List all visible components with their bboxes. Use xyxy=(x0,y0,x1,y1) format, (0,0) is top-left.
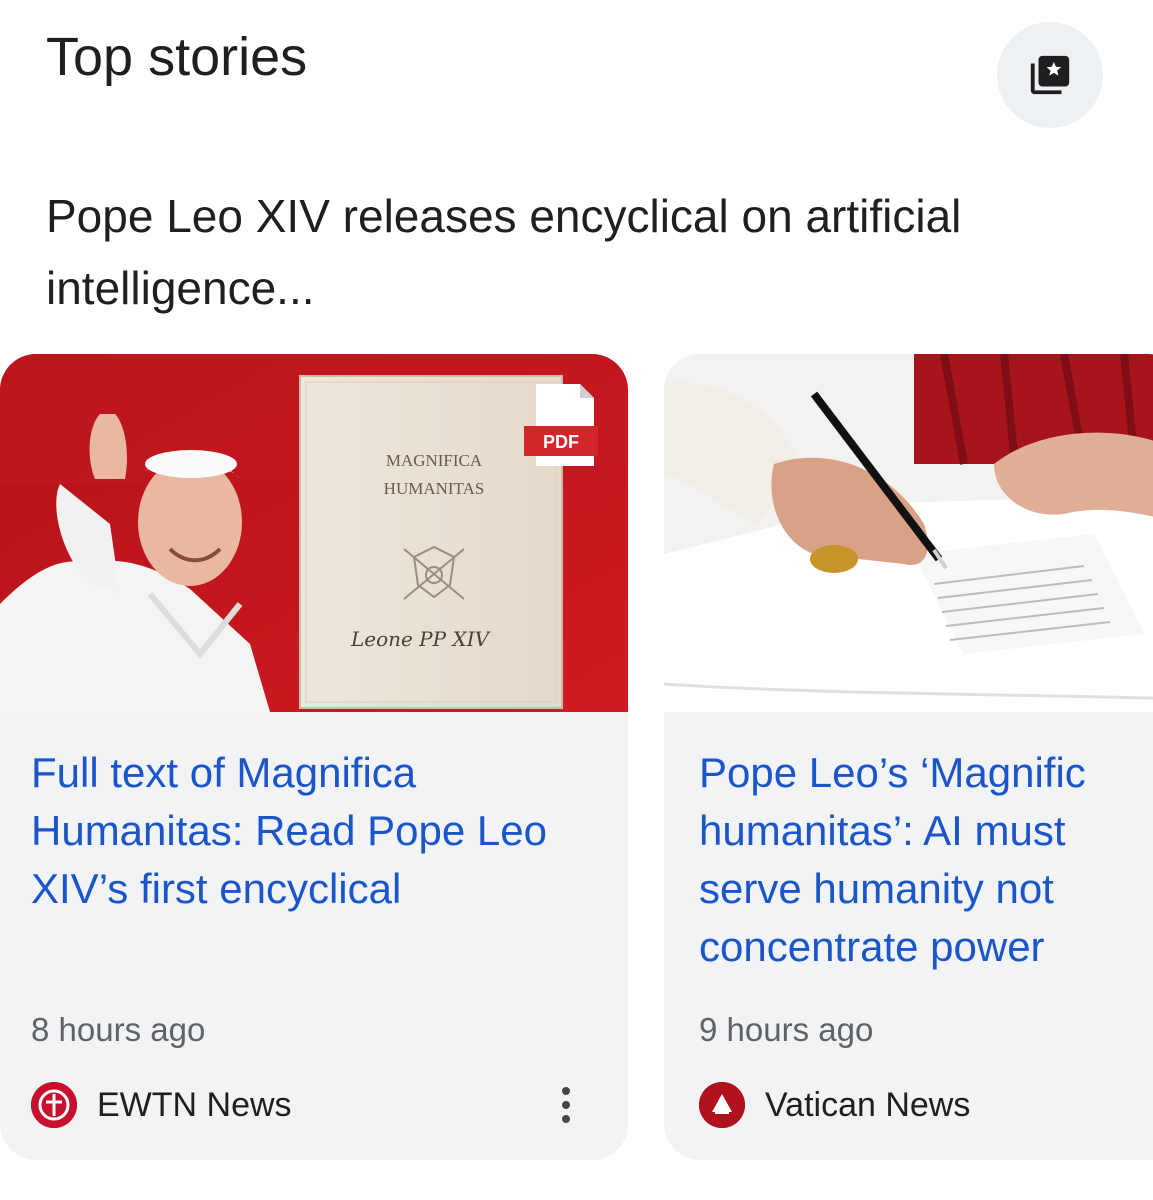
source-name: Vatican News xyxy=(765,1085,971,1124)
story-card[interactable]: Pope Leo’s ‘Magnific humanitas’: AI must… xyxy=(664,354,1153,1160)
bookmark-star-icon xyxy=(1030,55,1070,95)
story-thumbnail[interactable] xyxy=(664,354,1153,712)
dot-icon xyxy=(562,1115,570,1123)
story-source[interactable]: Vatican News xyxy=(699,1082,970,1128)
section-title: Top stories xyxy=(46,27,308,87)
vatican-news-logo-icon xyxy=(699,1082,745,1128)
story-title[interactable]: Full text of Magnifica Humanitas: Read P… xyxy=(31,744,601,918)
svg-text:HUMANITAS: HUMANITAS xyxy=(384,479,485,498)
svg-text:MAGNIFICA: MAGNIFICA xyxy=(386,451,483,470)
svg-text:Leone PP XIV: Leone PP XIV xyxy=(350,627,492,651)
story-card[interactable]: MAGNIFICA HUMANITAS Leone PP XIV PDF Ful… xyxy=(0,354,628,1160)
story-timestamp: 9 hours ago xyxy=(699,1011,874,1048)
story-source[interactable]: EWTN News xyxy=(31,1082,292,1128)
more-options-button[interactable] xyxy=(548,1082,584,1128)
dot-icon xyxy=(562,1087,570,1095)
story-title[interactable]: Pope Leo’s ‘Magnific humanitas’: AI must… xyxy=(699,744,1153,976)
encyclical-book: MAGNIFICA HUMANITAS Leone PP XIV xyxy=(299,375,563,709)
svg-text:PDF: PDF xyxy=(543,432,579,452)
save-stories-button[interactable] xyxy=(997,22,1103,128)
story-timestamp: 8 hours ago xyxy=(31,1011,206,1048)
ewtn-logo-icon xyxy=(31,1082,77,1128)
stories-carousel[interactable]: MAGNIFICA HUMANITAS Leone PP XIV PDF Ful… xyxy=(0,354,1153,1174)
story-headline[interactable]: Pope Leo XIV releases encyclical on arti… xyxy=(46,180,1046,324)
dot-icon xyxy=(562,1101,570,1109)
source-name: EWTN News xyxy=(97,1085,292,1124)
story-thumbnail[interactable]: MAGNIFICA HUMANITAS Leone PP XIV PDF xyxy=(0,354,628,712)
